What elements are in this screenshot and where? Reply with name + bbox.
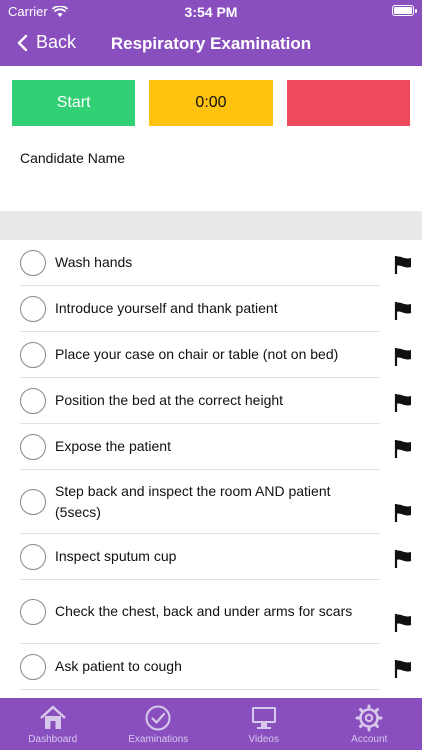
tab-label: Dashboard	[28, 734, 78, 745]
tab-label: Examinations	[128, 734, 189, 745]
status-bar: Carrier 3:54 PM	[0, 0, 422, 22]
checklist-item[interactable]: Expose the patient	[20, 424, 411, 470]
flag-icon[interactable]	[393, 347, 413, 367]
checklist-item-label: Wash hands	[55, 254, 133, 270]
flag-icon[interactable]	[393, 549, 413, 569]
checklist-item-label: Step back and inspect the room AND patie…	[55, 482, 331, 520]
page-title: Respiratory Examination	[110, 34, 312, 53]
status-time: 3:54 PM	[184, 4, 238, 20]
radio-circle-icon[interactable]	[20, 653, 46, 680]
candidate-name-field[interactable]: Candidate Name	[20, 150, 125, 166]
flag-icon[interactable]	[393, 659, 413, 679]
exam-controls: Start 0:00	[12, 80, 410, 126]
tab-bar: Dashboard Examinations Videos Account	[0, 698, 422, 750]
timer-display: 0:00	[149, 80, 273, 126]
checklist-item-label: Position the bed at the correct height	[55, 392, 284, 408]
home-icon	[39, 705, 66, 729]
checklist-item-label: Introduce yourself and thank patient	[55, 300, 278, 316]
checkmark-circle-icon	[145, 705, 171, 731]
checklist-item[interactable]: Wash hands	[20, 240, 411, 286]
checklist-item[interactable]: Step back and inspect the room AND patie…	[20, 470, 411, 534]
tab-account[interactable]: Account	[317, 698, 422, 750]
checklist-item[interactable]: Inspect sputum cup	[20, 534, 411, 580]
radio-circle-icon[interactable]	[20, 295, 46, 322]
radio-circle-icon[interactable]	[20, 598, 46, 625]
checklist-item-label: Check the chest, back and under arms for…	[55, 603, 353, 619]
checklist-item-label: Inspect sputum cup	[55, 548, 177, 564]
flag-icon[interactable]	[393, 503, 413, 523]
tab-examinations[interactable]: Examinations	[106, 698, 212, 750]
flag-icon[interactable]	[393, 255, 413, 275]
radio-circle-icon[interactable]	[20, 341, 46, 368]
battery-icon	[392, 5, 417, 16]
start-button[interactable]: Start	[12, 80, 136, 126]
checklist: Wash hands Introduce yourself and thank …	[0, 240, 422, 698]
tab-videos[interactable]: Videos	[211, 698, 317, 750]
tab-label: Account	[351, 734, 388, 745]
checklist-item[interactable]: Place your case on chair or table (not o…	[20, 332, 411, 378]
checklist-item[interactable]: Position the bed at the correct height	[20, 378, 411, 424]
radio-circle-icon[interactable]	[20, 433, 46, 460]
flag-icon[interactable]	[393, 301, 413, 321]
radio-circle-icon[interactable]	[20, 387, 46, 414]
checklist-item[interactable]: Check the chest, back and under arms for…	[20, 580, 411, 644]
monitor-icon	[251, 707, 276, 729]
radio-circle-icon[interactable]	[20, 488, 46, 515]
flag-icon[interactable]	[393, 439, 413, 459]
gear-icon	[355, 704, 383, 732]
radio-circle-icon[interactable]	[20, 543, 46, 570]
radio-circle-icon[interactable]	[20, 249, 46, 276]
flag-icon[interactable]	[393, 393, 413, 413]
flag-icon[interactable]	[393, 613, 413, 633]
checklist-item[interactable]: Ask patient to cough	[20, 644, 411, 690]
stop-button[interactable]	[286, 80, 410, 126]
checklist-item-label: Ask patient to cough	[55, 658, 182, 674]
section-divider	[0, 211, 422, 240]
checklist-item[interactable]: Introduce yourself and thank patient	[20, 286, 411, 332]
checklist-item-label: Expose the patient	[55, 438, 171, 454]
tab-label: Videos	[248, 734, 279, 745]
navigation-bar: Carrier 3:54 PM Back Respiratory Examina…	[0, 0, 422, 66]
checklist-item-label: Place your case on chair or table (not o…	[55, 346, 339, 362]
tab-dashboard[interactable]: Dashboard	[0, 698, 106, 750]
